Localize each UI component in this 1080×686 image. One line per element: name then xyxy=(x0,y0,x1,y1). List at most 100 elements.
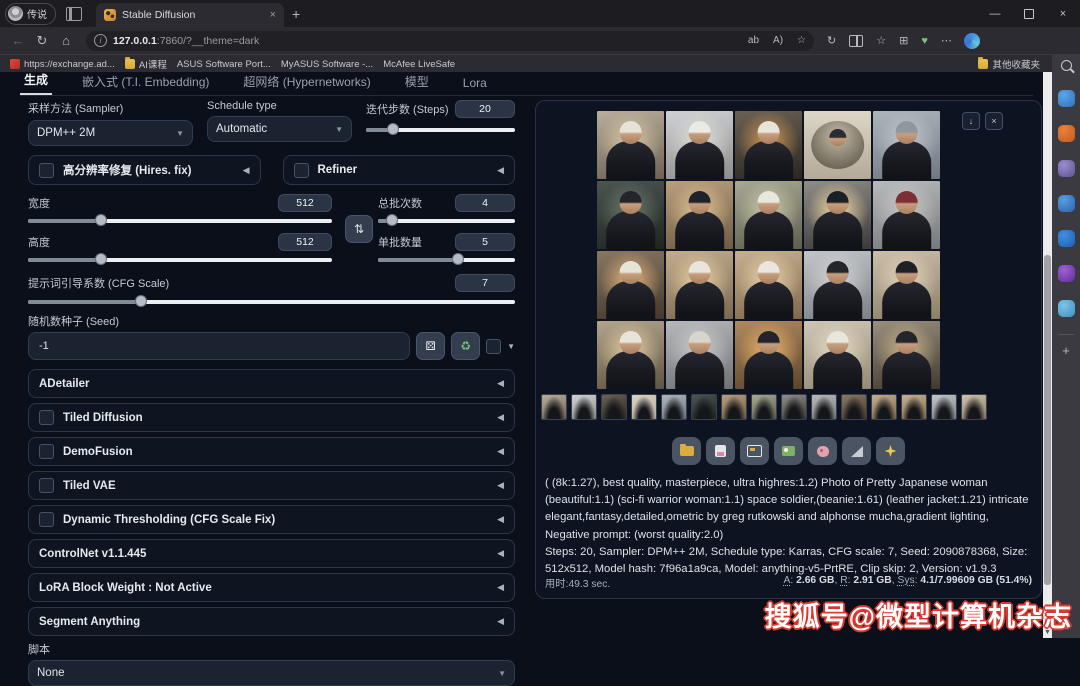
accordion-checkbox[interactable] xyxy=(39,444,54,459)
gallery-thumbnail[interactable] xyxy=(571,394,597,420)
scrollbar-thumb[interactable] xyxy=(1044,255,1051,585)
reuse-seed-button[interactable]: ♻ xyxy=(451,332,480,360)
open-folder-button[interactable] xyxy=(672,437,701,465)
generated-image[interactable] xyxy=(735,111,802,179)
gallery-thumbnail[interactable] xyxy=(601,394,627,420)
accordion-segment-anything[interactable]: Segment Anything◀ xyxy=(28,607,515,636)
generated-image[interactable] xyxy=(735,181,802,249)
generated-image[interactable] xyxy=(597,251,664,319)
games-icon[interactable] xyxy=(1058,195,1075,212)
close-button[interactable]: × xyxy=(1046,0,1080,27)
generated-image[interactable] xyxy=(735,321,802,389)
generated-image[interactable] xyxy=(873,111,940,179)
address-bar[interactable]: i 127.0.0.1:7860/?__theme=dark ab A) ☆ xyxy=(86,31,814,51)
cfg-input[interactable]: 7 xyxy=(455,274,515,292)
width-slider[interactable] xyxy=(28,214,332,226)
site-info-icon[interactable]: i xyxy=(94,34,107,47)
outlook-icon[interactable] xyxy=(1058,230,1075,247)
profile-chip[interactable]: 传说 xyxy=(5,3,56,25)
cfg-slider[interactable] xyxy=(28,295,515,307)
gallery-thumbnail[interactable] xyxy=(721,394,747,420)
accordion-dynamic-thresholding-cfg-scale-fix-[interactable]: Dynamic Thresholding (CFG Scale Fix)◀ xyxy=(28,505,515,534)
gallery-thumbnail[interactable] xyxy=(631,394,657,420)
people-icon[interactable] xyxy=(1058,160,1075,177)
batch-count-slider[interactable] xyxy=(378,214,515,226)
favorites-bar-icon[interactable]: ☆ xyxy=(876,34,886,47)
send-extras-button[interactable] xyxy=(842,437,871,465)
new-tab-button[interactable]: + xyxy=(292,6,300,22)
other-favorites[interactable]: 其他收藏夹 xyxy=(978,57,1040,71)
gallery-thumbnail[interactable] xyxy=(961,394,987,420)
accordion-controlnet-v1-1-445[interactable]: ControlNet v1.1.445◀ xyxy=(28,539,515,568)
sidebar-add-icon[interactable]: + xyxy=(1062,343,1070,358)
gallery-thumbnail[interactable] xyxy=(841,394,867,420)
collections-icon[interactable]: ⊞ xyxy=(899,34,908,47)
accordion-checkbox[interactable] xyxy=(39,410,54,425)
generated-image[interactable] xyxy=(804,321,871,389)
designer-icon[interactable] xyxy=(1058,265,1075,282)
save-image-button[interactable] xyxy=(706,437,735,465)
send-img2img-button[interactable] xyxy=(774,437,803,465)
schedule-select[interactable]: Automatic ▼ xyxy=(207,116,352,142)
swap-dimensions-button[interactable]: ⇅ xyxy=(345,215,373,243)
seed-input[interactable]: -1 xyxy=(28,332,410,360)
download-image-button[interactable]: ↓ xyxy=(962,112,980,130)
hires-checkbox[interactable] xyxy=(39,163,54,178)
tab-嵌入式 (T.I. Embedding)[interactable]: 嵌入式 (T.I. Embedding) xyxy=(78,73,213,95)
sync-icon[interactable]: ↻ xyxy=(827,34,836,47)
width-input[interactable]: 512 xyxy=(278,194,332,212)
send-inpaint-button[interactable] xyxy=(808,437,837,465)
gallery-thumbnail[interactable] xyxy=(781,394,807,420)
generated-image[interactable] xyxy=(873,181,940,249)
accordion-arrow-icon[interactable]: ◀ xyxy=(243,165,250,176)
generated-image[interactable] xyxy=(873,321,940,389)
tab-超网络 (Hypernetworks)[interactable]: 超网络 (Hypernetworks) xyxy=(239,73,374,95)
generated-image[interactable] xyxy=(666,321,733,389)
generated-image[interactable] xyxy=(804,111,871,179)
accordion-checkbox[interactable] xyxy=(39,512,54,527)
steps-slider[interactable] xyxy=(366,123,515,135)
accordion-arrow-icon[interactable]: ◀ xyxy=(497,582,504,593)
split-screen-icon[interactable] xyxy=(849,35,863,47)
read-aloud-icon[interactable]: A) xyxy=(773,35,783,46)
generated-image[interactable] xyxy=(735,251,802,319)
tab-Lora[interactable]: Lora xyxy=(459,76,491,95)
gallery-thumbnail[interactable] xyxy=(751,394,777,420)
height-input[interactable]: 512 xyxy=(278,233,332,251)
batch-size-slider[interactable] xyxy=(378,253,515,265)
browser-essentials-icon[interactable]: ♥ xyxy=(921,35,928,47)
bookmark-item[interactable]: ASUS Software Port... xyxy=(177,59,271,70)
accordion-checkbox[interactable] xyxy=(39,478,54,493)
copilot-icon[interactable] xyxy=(964,33,980,49)
accordion-arrow-icon[interactable]: ◀ xyxy=(497,412,504,423)
gallery-thumbnail[interactable] xyxy=(931,394,957,420)
workspaces-icon[interactable] xyxy=(66,7,82,21)
generated-image[interactable] xyxy=(804,251,871,319)
back-button[interactable]: ← xyxy=(6,33,30,48)
generated-image[interactable] xyxy=(597,181,664,249)
accordion-arrow-icon[interactable]: ◀ xyxy=(497,548,504,559)
browser-tab[interactable]: Stable Diffusion × xyxy=(96,3,284,27)
bookmark-item[interactable]: AI课程 xyxy=(125,57,167,71)
upscale-button[interactable] xyxy=(876,437,905,465)
page-scrollbar[interactable]: ▼ xyxy=(1043,72,1052,638)
script-select[interactable]: None ▼ xyxy=(28,660,515,686)
save-zip-button[interactable] xyxy=(740,437,769,465)
accordion-arrow-icon[interactable]: ◀ xyxy=(497,378,504,389)
accordion-lora-block-weight-not-active[interactable]: LoRA Block Weight : Not Active◀ xyxy=(28,573,515,602)
gallery-thumbnail[interactable] xyxy=(661,394,687,420)
gallery-thumbnail[interactable] xyxy=(871,394,897,420)
gallery-thumbnail[interactable] xyxy=(541,394,567,420)
sampler-select[interactable]: DPM++ 2M ▼ xyxy=(28,120,193,146)
gallery-thumbnail[interactable] xyxy=(691,394,717,420)
more-menu-icon[interactable]: ⋯ xyxy=(941,34,952,47)
drop-icon[interactable] xyxy=(1058,300,1075,317)
refiner-toggle[interactable]: Refiner ◀ xyxy=(283,155,516,185)
generated-image[interactable] xyxy=(666,111,733,179)
generated-image[interactable] xyxy=(873,251,940,319)
accordion-tiled-diffusion[interactable]: Tiled Diffusion◀ xyxy=(28,403,515,432)
bookmark-item[interactable]: https://exchange.ad... xyxy=(10,59,115,70)
tab-模型[interactable]: 模型 xyxy=(401,73,433,95)
generated-image[interactable] xyxy=(666,181,733,249)
copilot-icon[interactable] xyxy=(1058,90,1075,107)
